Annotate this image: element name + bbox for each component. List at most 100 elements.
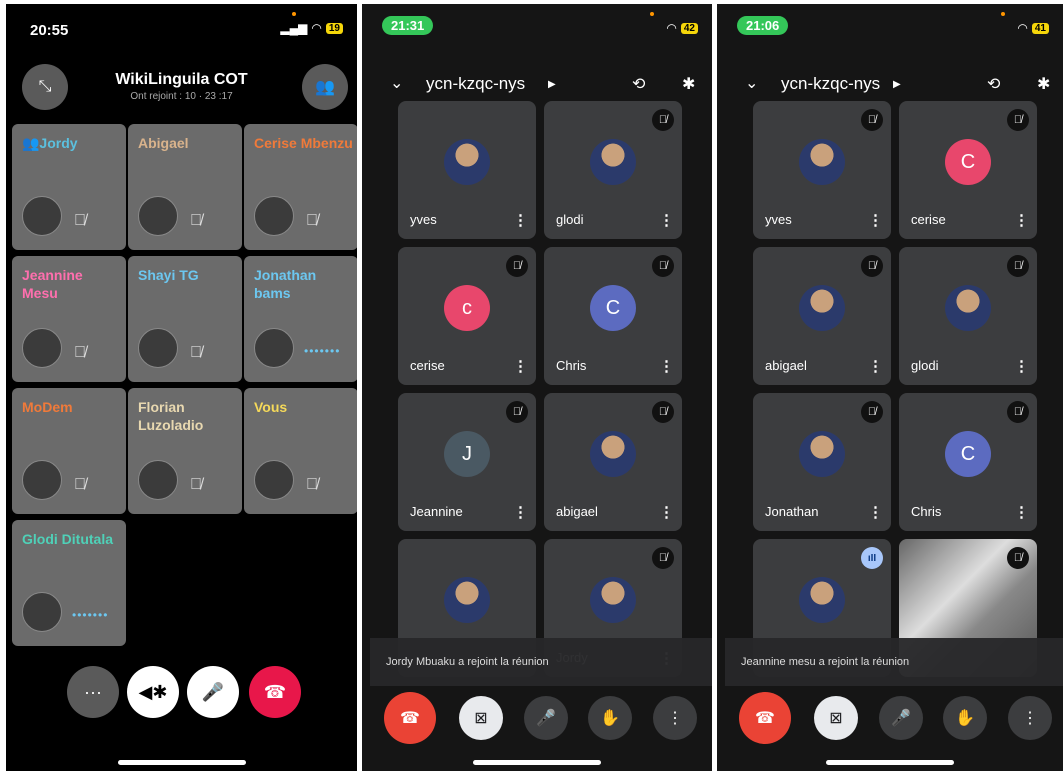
- participant-tile[interactable]: Abigael 🎙̸: [128, 124, 242, 250]
- more-button[interactable]: ···: [67, 666, 119, 718]
- participant-tile[interactable]: Jeannine Mesu 🎙̸: [12, 256, 126, 382]
- participant-tile[interactable]: 👥Jordy 🎙̸: [12, 124, 126, 250]
- status-time: 20:55: [30, 22, 69, 39]
- end-call-icon: ☎: [755, 710, 775, 727]
- avatar: [254, 460, 294, 500]
- participant-name: glodi: [911, 358, 939, 373]
- participant-tile[interactable]: Jonathan bams •••••••: [244, 256, 357, 382]
- participant-tile[interactable]: C 🎙̸ Chris ⋮: [899, 393, 1037, 531]
- end-call-button[interactable]: ☎: [739, 692, 791, 744]
- participant-tile[interactable]: 🎙̸ glodi ⋮: [544, 101, 682, 239]
- mic-off-icon: 🎙̸: [861, 109, 883, 131]
- participant-tile[interactable]: J 🎙̸ Jeannine ⋮: [398, 393, 536, 531]
- flip-camera-icon[interactable]: ⟲: [987, 74, 1000, 94]
- more-vert-icon[interactable]: ⋮: [659, 211, 674, 229]
- meeting-code[interactable]: ycn-kzqc-nys: [426, 74, 525, 94]
- more-vert-icon[interactable]: ⋮: [513, 503, 528, 521]
- meeting-code[interactable]: ycn-kzqc-nys: [781, 74, 880, 94]
- bluetooth-icon[interactable]: ✱: [1037, 74, 1050, 94]
- more-vert-icon[interactable]: ⋮: [1014, 357, 1029, 375]
- status-icons: ▂▄▆ ◠ 19: [280, 21, 343, 35]
- participant-name: Florian Luzoladio: [138, 399, 204, 433]
- phone-telegram-call: 20:55 ▂▄▆ ◠ 19 ⤡ WikiLinguila COT Ont re…: [6, 4, 357, 771]
- more-options-button[interactable]: ⋮: [1008, 696, 1052, 740]
- avatar: [22, 196, 62, 236]
- mic-off-icon: 🎙̸: [190, 476, 202, 493]
- avatar: [22, 328, 62, 368]
- participant-tile[interactable]: 🎙̸ yves ⋮: [753, 101, 891, 239]
- participant-name: Vous: [254, 399, 288, 415]
- more-vert-icon[interactable]: ⋮: [513, 357, 528, 375]
- avatar: [799, 577, 845, 623]
- more-vert-icon[interactable]: ⋮: [868, 211, 883, 229]
- participant-tile[interactable]: 🎙̸ abigael ⋮: [753, 247, 891, 385]
- avatar: [22, 460, 62, 500]
- participant-tile[interactable]: 🎙̸ Jonathan ⋮: [753, 393, 891, 531]
- end-call-button[interactable]: ☎: [384, 692, 436, 744]
- more-vert-icon[interactable]: ⋮: [868, 357, 883, 375]
- mic-icon: 🎤: [536, 710, 556, 727]
- avatar: [444, 139, 490, 185]
- avatar: [590, 577, 636, 623]
- meeting-header: ⌄ ycn-kzqc-nys ▶ ⟲ ✱: [362, 70, 712, 100]
- participant-tile[interactable]: 🎙̸ glodi ⋮: [899, 247, 1037, 385]
- participant-tile[interactable]: Vous 🎙̸: [244, 388, 357, 514]
- wifi-icon: ◠: [1017, 21, 1028, 35]
- mic-off-icon: 🎙̸: [652, 547, 674, 569]
- mic-off-icon: 🎙̸: [74, 212, 86, 229]
- more-vert-icon: ⋮: [667, 710, 683, 727]
- raise-hand-button[interactable]: ✋: [943, 696, 987, 740]
- avatar: [138, 328, 178, 368]
- participant-tile[interactable]: yves ⋮: [398, 101, 536, 239]
- participant-tile[interactable]: Glodi Ditutala •••••••: [12, 520, 126, 646]
- more-options-button[interactable]: ⋮: [653, 696, 697, 740]
- mic-off-icon: 🎙̸: [861, 401, 883, 423]
- participant-tile[interactable]: Shayi TG 🎙̸: [128, 256, 242, 382]
- bluetooth-icon[interactable]: ✱: [682, 74, 695, 94]
- phone-meet-2: 21:06 ◠ 41 ⌄ ycn-kzqc-nys ▶ ⟲ ✱ 🎙̸ yves ⋮ C…: [717, 4, 1063, 771]
- mic-off-icon: 🎤: [201, 681, 225, 702]
- participant-tile[interactable]: c 🎙̸ cerise ⋮: [398, 247, 536, 385]
- flip-camera-icon[interactable]: ⟲: [632, 74, 645, 94]
- mic-off-icon: 🎙̸: [1007, 547, 1029, 569]
- participant-tile[interactable]: C 🎙̸ Chris ⋮: [544, 247, 682, 385]
- mic-button[interactable]: 🎤: [524, 696, 568, 740]
- mic-off-icon: 🎙̸: [652, 255, 674, 277]
- mute-button[interactable]: 🎤: [187, 666, 239, 718]
- chevron-down-icon[interactable]: ⌄: [745, 73, 758, 93]
- participant-name: 👥Jordy: [22, 135, 78, 151]
- end-call-button[interactable]: ☎: [249, 666, 301, 718]
- avatar: C: [590, 285, 636, 331]
- avatar: [444, 577, 490, 623]
- participants-button[interactable]: 👥: [302, 64, 348, 110]
- audio-output-button[interactable]: ◀✱: [127, 666, 179, 718]
- participant-name: glodi: [556, 212, 584, 227]
- mic-icon: 🎤: [891, 710, 911, 727]
- more-vert-icon[interactable]: ⋮: [1014, 211, 1029, 229]
- camera-toggle-button[interactable]: ⊠: [459, 696, 503, 740]
- mic-off-icon: 🎙̸: [1007, 109, 1029, 131]
- battery-level: 42: [680, 22, 698, 34]
- more-vert-icon[interactable]: ⋮: [513, 211, 528, 229]
- participant-tile[interactable]: Florian Luzoladio 🎙̸: [128, 388, 242, 514]
- participant-tile[interactable]: Cerise Mbenzu 🎙̸: [244, 124, 357, 250]
- participant-tile[interactable]: C 🎙̸ cerise ⋮: [899, 101, 1037, 239]
- speaker-bluetooth-icon: ◀✱: [138, 681, 168, 702]
- chevron-down-icon[interactable]: ⌄: [390, 73, 403, 93]
- mic-off-icon: 🎙̸: [190, 212, 202, 229]
- mic-button[interactable]: 🎤: [879, 696, 923, 740]
- avatar: [138, 196, 178, 236]
- participant-name: abigael: [556, 504, 598, 519]
- more-vert-icon[interactable]: ⋮: [1014, 503, 1029, 521]
- more-vert-icon[interactable]: ⋮: [659, 357, 674, 375]
- avatar: [138, 460, 178, 500]
- camera-toggle-button[interactable]: ⊠: [814, 696, 858, 740]
- more-vert-icon[interactable]: ⋮: [659, 503, 674, 521]
- raise-hand-button[interactable]: ✋: [588, 696, 632, 740]
- more-vert-icon[interactable]: ⋮: [868, 503, 883, 521]
- participant-name: MoDem: [22, 399, 73, 415]
- participant-name: Glodi Ditutala: [22, 531, 113, 547]
- participant-tile[interactable]: MoDem 🎙̸: [12, 388, 126, 514]
- participant-tile[interactable]: 🎙̸ abigael ⋮: [544, 393, 682, 531]
- participant-name: Shayi TG: [138, 267, 199, 283]
